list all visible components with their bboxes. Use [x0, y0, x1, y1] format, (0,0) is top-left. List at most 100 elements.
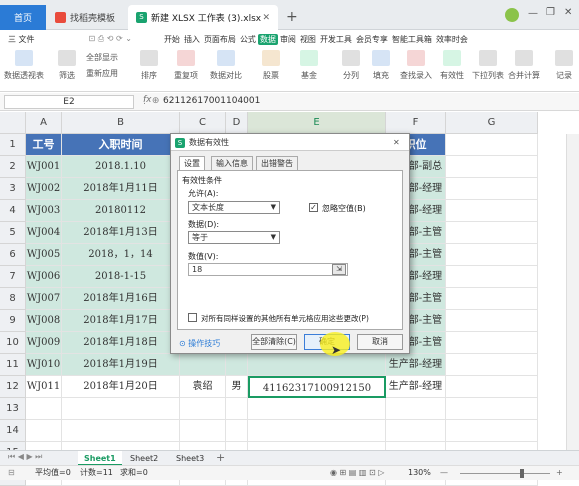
row-header[interactable]: 9 — [0, 310, 26, 332]
table-cell[interactable] — [62, 398, 180, 420]
table-cell[interactable] — [446, 222, 538, 244]
menu-item[interactable]: 公式 — [238, 34, 258, 45]
table-cell[interactable]: WJ011 — [26, 376, 62, 398]
validity-button[interactable]: 有效性 — [440, 50, 464, 81]
menu-item[interactable]: 视图 — [298, 34, 318, 45]
apply-all-checkbox[interactable] — [188, 313, 197, 322]
table-cell[interactable] — [446, 156, 538, 178]
sheet-tab-3[interactable]: Sheet3 — [170, 451, 210, 466]
table-cell[interactable]: 2018年1月18日 — [62, 332, 180, 354]
table-cell[interactable] — [180, 398, 226, 420]
table-cell[interactable]: 41162317100912150 — [248, 376, 386, 398]
row-header[interactable]: 3 — [0, 178, 26, 200]
tab-settings[interactable]: 设置 — [179, 156, 205, 171]
name-box[interactable]: E2 — [4, 95, 134, 109]
view-mode-icons[interactable]: ◉ ⊞ ▤ ▥ ⊡ ▷ — [330, 466, 384, 480]
table-cell[interactable]: 2018年1月11日 — [62, 178, 180, 200]
table-cell[interactable]: 2018-1-15 — [62, 266, 180, 288]
table-cell[interactable] — [386, 398, 446, 420]
table-cell[interactable]: WJ003 — [26, 200, 62, 222]
menu-item[interactable]: 开发工具 — [318, 34, 354, 45]
zoom-thumb[interactable] — [520, 469, 524, 478]
close-tab-icon[interactable]: ✕ — [262, 13, 270, 23]
row-header[interactable]: 1 — [0, 134, 26, 156]
cancel-button[interactable]: 取消 — [357, 334, 403, 350]
table-cell[interactable] — [446, 266, 538, 288]
table-cell[interactable]: WJ005 — [26, 244, 62, 266]
show-all-button[interactable]: 全部显示 — [86, 52, 118, 63]
row-header[interactable]: 4 — [0, 200, 26, 222]
ignore-blank-checkbox[interactable]: ✓ — [309, 203, 318, 212]
sheet-tab-1[interactable]: Sheet1 — [78, 451, 122, 466]
table-cell[interactable] — [446, 354, 538, 376]
table-cell[interactable]: 20180112 — [62, 200, 180, 222]
table-cell[interactable]: 2018，1，14 — [62, 244, 180, 266]
table-cell[interactable] — [446, 420, 538, 442]
menu-item[interactable]: 审阅 — [278, 34, 298, 45]
dialog-close-icon[interactable]: ✕ — [393, 134, 400, 151]
column-header[interactable]: B — [62, 112, 180, 134]
table-cell[interactable]: 2018年1月19日 — [62, 354, 180, 376]
tab-error-alert[interactable]: 出错警告 — [256, 156, 298, 170]
value-input[interactable]: 18 — [188, 263, 348, 276]
table-cell[interactable]: 生产部-经理 — [386, 354, 446, 376]
fx-icon[interactable]: fx — [143, 95, 152, 105]
menu-item[interactable]: 智能工具箱 — [390, 34, 434, 45]
menu-file[interactable]: 三 文件 — [6, 34, 37, 45]
close-window-icon[interactable]: ✕ — [564, 7, 572, 18]
pivot-table-button[interactable]: 数据透视表 — [4, 50, 44, 81]
sheet-nav-arrows[interactable]: ⏮ ◀ ▶ ⏭ — [8, 452, 42, 462]
table-cell[interactable]: WJ007 — [26, 288, 62, 310]
table-cell[interactable] — [446, 288, 538, 310]
table-cell[interactable]: 2018年1月17日 — [62, 310, 180, 332]
table-cell[interactable]: WJ009 — [26, 332, 62, 354]
table-cell[interactable] — [446, 332, 538, 354]
tab-input-message[interactable]: 输入信息 — [211, 156, 253, 170]
table-cell[interactable]: 2018年1月16日 — [62, 288, 180, 310]
table-cell[interactable] — [446, 200, 538, 222]
menu-item[interactable]: 开始 — [162, 34, 182, 45]
column-header[interactable]: E — [248, 112, 386, 134]
row-header[interactable]: 6 — [0, 244, 26, 266]
zoom-slider[interactable] — [460, 473, 550, 474]
row-header[interactable]: 7 — [0, 266, 26, 288]
table-cell[interactable] — [180, 354, 226, 376]
table-cell[interactable]: WJ001 — [26, 156, 62, 178]
tips-link[interactable]: ⊙ 操作技巧 — [179, 338, 220, 349]
allow-select[interactable]: 文本长度 ▼ — [188, 201, 280, 214]
table-cell[interactable] — [248, 420, 386, 442]
add-sheet-button[interactable]: + — [216, 451, 225, 464]
formula-input[interactable]: 621126170011040​01 — [163, 96, 260, 106]
row-header[interactable]: 10 — [0, 332, 26, 354]
clear-all-button[interactable]: 全部清除(C) — [251, 334, 297, 350]
record-button[interactable]: 记录 — [555, 50, 573, 81]
tab-workbook[interactable]: S 新建 XLSX 工作表 (3).xlsx ✕ — [128, 5, 278, 30]
duplicates-button[interactable]: 重复项 — [174, 50, 198, 81]
table-cell[interactable] — [226, 420, 248, 442]
dropdown-list-button[interactable]: 下拉列表 — [472, 50, 504, 81]
table-cell[interactable]: WJ008 — [26, 310, 62, 332]
table-cell[interactable]: WJ004 — [26, 222, 62, 244]
table-cell[interactable] — [386, 420, 446, 442]
table-cell[interactable] — [446, 134, 538, 156]
column-header[interactable]: D — [226, 112, 248, 134]
select-all-corner[interactable] — [0, 112, 26, 134]
menu-item[interactable]: 插入 — [182, 34, 202, 45]
row-header[interactable]: 8 — [0, 288, 26, 310]
fill-button[interactable]: 填充 — [372, 50, 390, 81]
column-header[interactable]: A — [26, 112, 62, 134]
avatar[interactable] — [505, 8, 519, 22]
table-cell[interactable]: 男 — [226, 376, 248, 398]
table-cell[interactable] — [26, 398, 62, 420]
table-cell[interactable] — [26, 420, 62, 442]
reapply-button[interactable]: 重新应用 — [86, 68, 118, 79]
sort-button[interactable]: 排序 — [140, 50, 158, 81]
table-cell[interactable]: WJ002 — [26, 178, 62, 200]
new-tab-button[interactable]: + — [286, 9, 298, 25]
table-cell[interactable]: 袁绍 — [180, 376, 226, 398]
lookup-button[interactable]: 查找录入 — [400, 50, 432, 81]
table-cell[interactable]: 2018年1月13日 — [62, 222, 180, 244]
table-cell[interactable]: 2018年1月20日 — [62, 376, 180, 398]
range-picker-icon[interactable]: ⇲ — [332, 264, 346, 275]
tab-template[interactable]: 找稻壳模板 — [47, 5, 127, 30]
